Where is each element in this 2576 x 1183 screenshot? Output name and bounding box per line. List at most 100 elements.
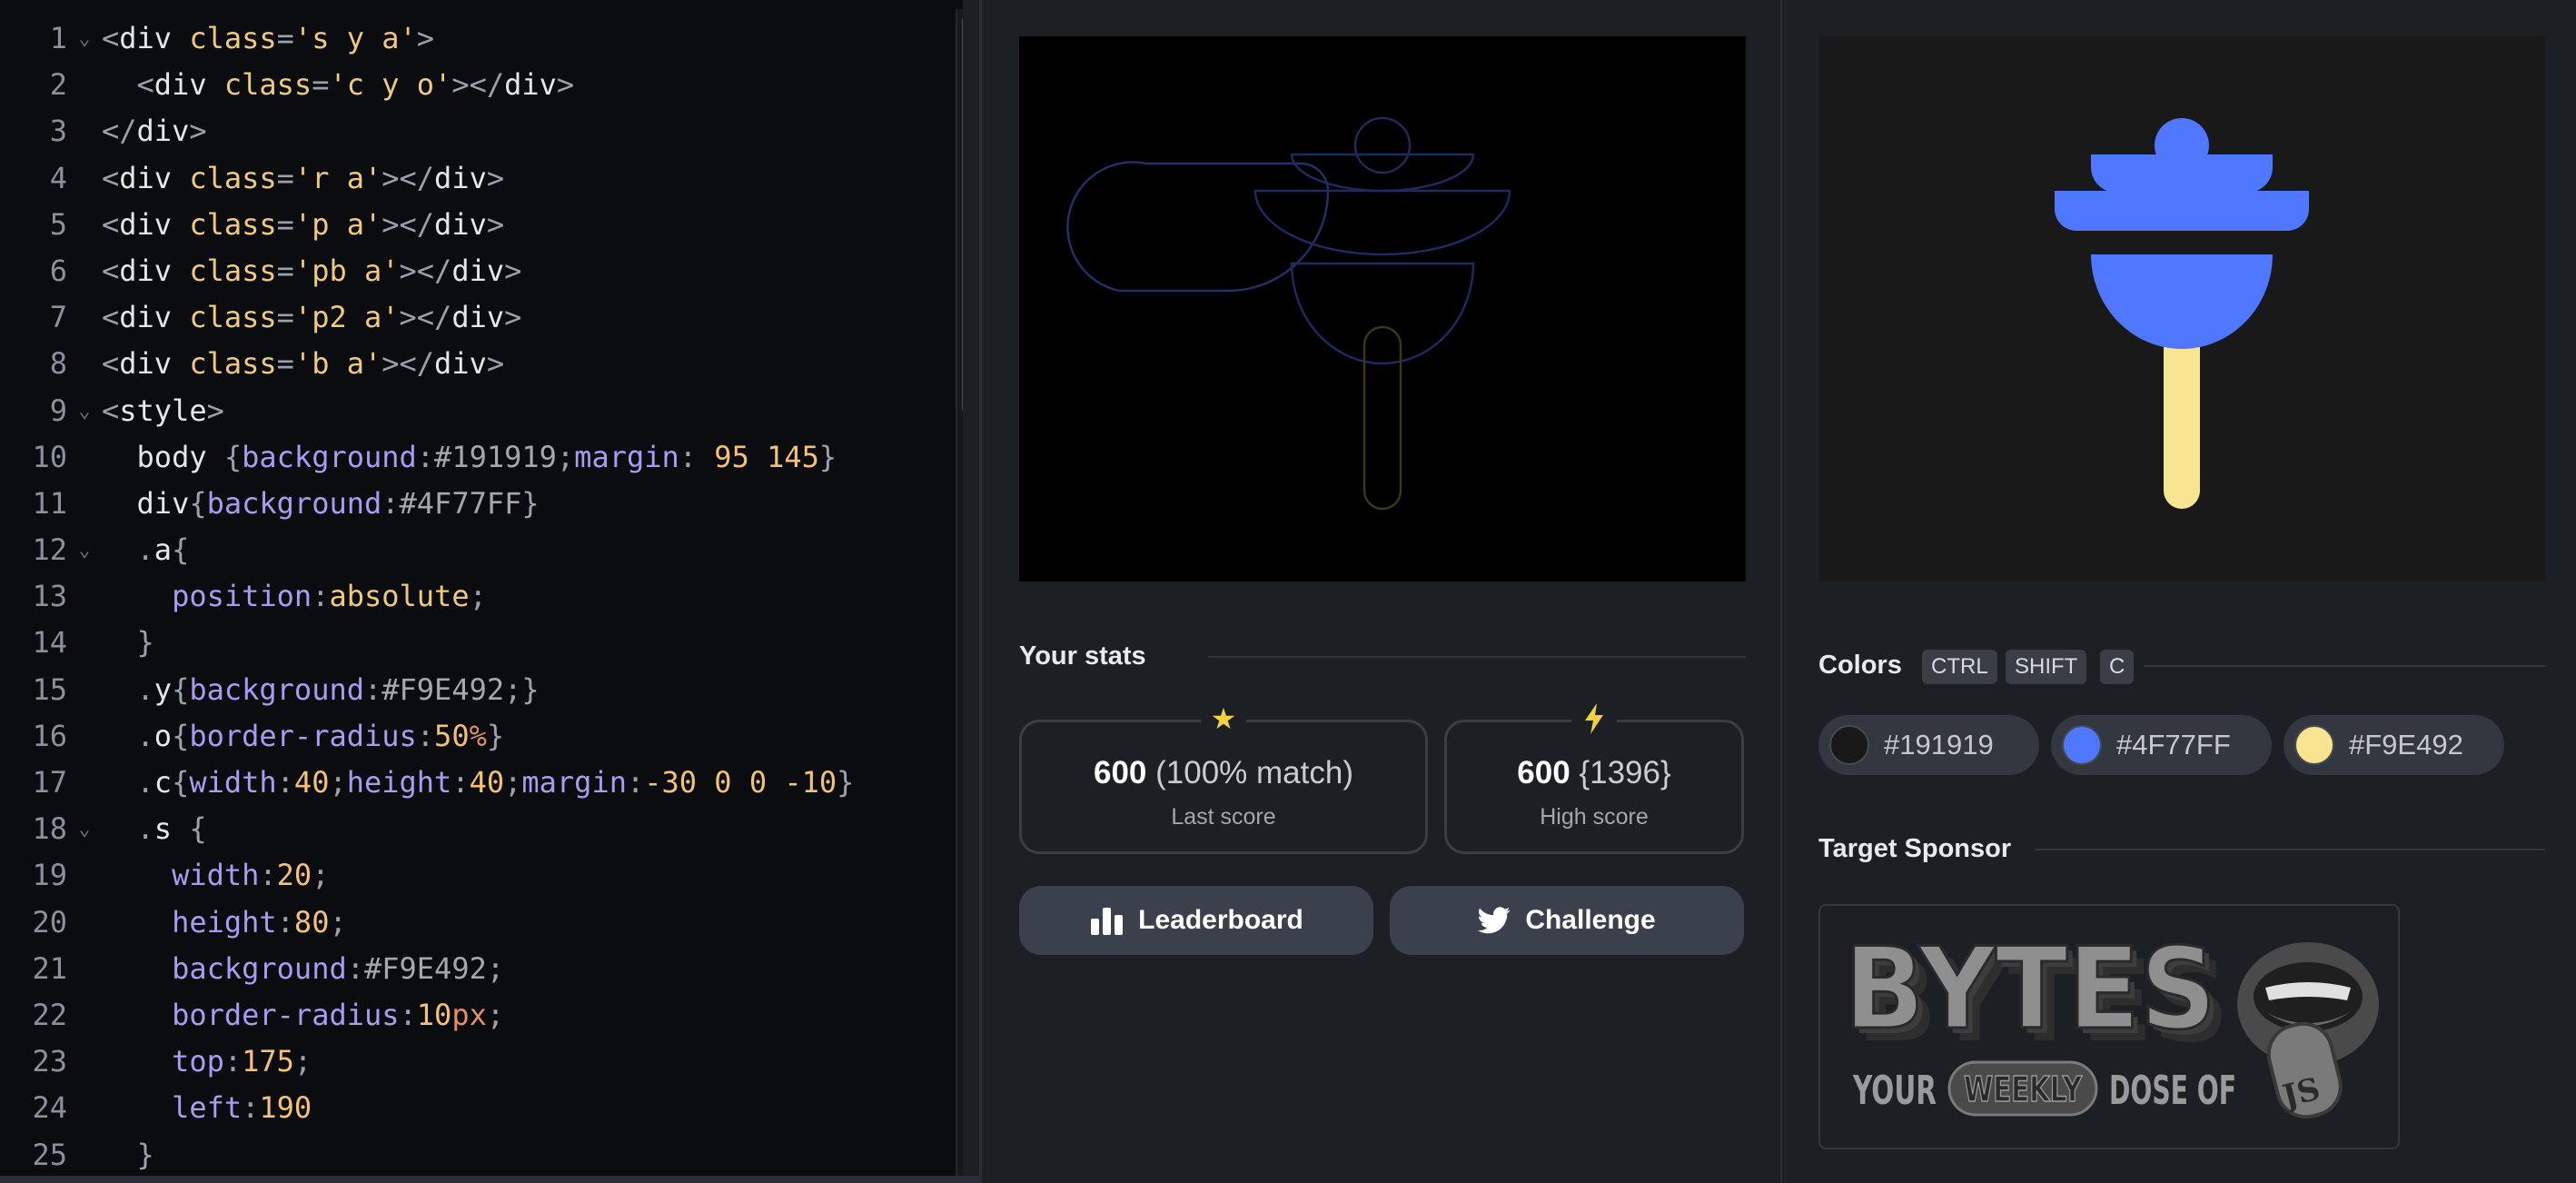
- code-line[interactable]: 3 </div>: [0, 108, 954, 154]
- code-line[interactable]: 19 width:20;: [0, 852, 954, 899]
- code-text: }: [102, 620, 154, 666]
- color-swatch-background[interactable]: #191919: [1818, 715, 2039, 775]
- code-token: ;: [486, 950, 505, 986]
- line-number: 1: [49, 21, 67, 55]
- code-token: >: [206, 393, 224, 428]
- code-line[interactable]: 20 height:80;: [0, 900, 954, 946]
- editor-scrollbar-thumb[interactable]: [962, 15, 963, 414]
- code-token: ></: [381, 206, 435, 242]
- color-swatch-yellow[interactable]: #F9E492: [2284, 715, 2504, 775]
- code-line[interactable]: 17 .c{width:40;height:40;margin:-30 0 0 …: [0, 760, 954, 806]
- code-line[interactable]: 4 <div class='r a'></div>: [0, 155, 954, 202]
- swatch-circle: [1829, 725, 1869, 765]
- fold-chevron-icon[interactable]: ⌄: [67, 388, 102, 434]
- editor-resize-handle[interactable]: [979, 0, 982, 1183]
- code-token: {: [189, 811, 207, 847]
- code-line[interactable]: 7 <div class='p2 a'></div>: [0, 294, 954, 341]
- code-line[interactable]: 2 <div class='c y o'></div>: [0, 62, 954, 108]
- fold-chevron-icon[interactable]: ⌄: [67, 527, 102, 573]
- code-text: <div class='pb a'></div>: [102, 248, 521, 294]
- code-lines[interactable]: 1 ⌄ <div class='s y a'> 2 <div class='c y o…: [0, 15, 954, 1178]
- code-line[interactable]: 8 <div class='b a'></div>: [0, 341, 954, 387]
- code-token: :: [416, 439, 435, 474]
- code-text: top:175;: [102, 1039, 312, 1085]
- fold-gutter: [67, 620, 102, 666]
- code-text: <div class='s y a'>: [102, 15, 434, 62]
- code-token: a: [154, 532, 173, 568]
- code-token: :: [259, 858, 277, 893]
- code-token: margin: [521, 765, 627, 800]
- fold-gutter: [67, 900, 102, 946]
- code-token: y: [154, 671, 173, 707]
- brand-wordmark: BYTES: [1844, 924, 2216, 1055]
- code-token: ;: [293, 1044, 312, 1079]
- code-token: height: [172, 904, 277, 939]
- line-number: 19: [32, 858, 67, 893]
- code-line[interactable]: 23 top:175;: [0, 1039, 954, 1085]
- code-token: div: [434, 206, 487, 242]
- code-token: :: [451, 765, 470, 800]
- code-token: }: [837, 765, 855, 800]
- code-line[interactable]: 18 ⌄ .s {: [0, 806, 954, 852]
- code-token: ;: [556, 439, 575, 474]
- target-preview[interactable]: [1818, 36, 2545, 582]
- shortcut-key-c: C: [2100, 650, 2135, 684]
- code-line[interactable]: 13 position:absolute;: [0, 573, 954, 620]
- leaderboard-button[interactable]: Leaderboard: [1019, 886, 1373, 955]
- code-token: ></: [399, 300, 452, 335]
- sponsor-banner[interactable]: BYTES BYTES BYTES YOUR WEEKLY DOSE OF JS: [1818, 904, 2400, 1149]
- color-swatch-blue[interactable]: #4F77FF: [2051, 715, 2272, 775]
- code-token: class: [189, 160, 277, 195]
- high-score-value: 600: [1517, 755, 1570, 790]
- output-preview[interactable]: [1019, 36, 1746, 582]
- code-line[interactable]: 14 }: [0, 620, 954, 666]
- code-line[interactable]: 21 background:#F9E492;: [0, 946, 954, 992]
- code-token: :: [363, 671, 382, 707]
- code-token: ;: [504, 765, 522, 800]
- fold-gutter: [67, 341, 102, 387]
- code-token: :: [679, 439, 715, 474]
- editor-scrollbar[interactable]: [956, 9, 963, 1177]
- code-line[interactable]: 16 .o{border-radius:50%}: [0, 713, 954, 760]
- code-token: =: [276, 253, 294, 288]
- code-text: div{background:#4F77FF}: [102, 481, 540, 527]
- editor-bottom-border: [0, 1176, 981, 1183]
- code-token: :: [276, 904, 294, 939]
- code-text: <style>: [102, 388, 224, 434]
- code-line[interactable]: 25 }: [0, 1132, 954, 1178]
- line-number: 10: [32, 439, 67, 474]
- code-line[interactable]: 5 <div class='p a'></div>: [0, 202, 954, 248]
- code-editor[interactable]: 1 ⌄ <div class='s y a'> 2 <div class='c y o…: [0, 0, 963, 1183]
- code-line[interactable]: 12 ⌄ .a{: [0, 527, 954, 573]
- target-ball: [2155, 118, 2209, 173]
- code-line[interactable]: 22 border-radius:10px;: [0, 992, 954, 1039]
- fold-chevron-icon[interactable]: ⌄: [67, 806, 102, 852]
- code-token: ></: [399, 253, 452, 288]
- challenge-button[interactable]: Challenge: [1390, 886, 1744, 955]
- fold-gutter: [67, 573, 102, 620]
- code-line[interactable]: 1 ⌄ <div class='s y a'>: [0, 15, 954, 62]
- fold-chevron-icon[interactable]: ⌄: [67, 15, 102, 62]
- code-token: width: [172, 858, 260, 893]
- line-number: 21: [32, 950, 67, 986]
- code-token: .: [136, 765, 154, 800]
- code-line[interactable]: 15 .y{background:#F9E492;}: [0, 667, 954, 713]
- code-line[interactable]: 10 body {background:#191919;margin: 95 1…: [0, 434, 954, 481]
- fold-gutter: [67, 108, 102, 154]
- code-line[interactable]: 24 left:190: [0, 1085, 954, 1131]
- code-token: <: [102, 21, 120, 55]
- code-token: }: [486, 718, 505, 753]
- code-text: position:absolute;: [102, 573, 487, 620]
- code-line[interactable]: 6 <div class='pb a'></div>: [0, 248, 954, 294]
- code-token: class: [189, 206, 277, 242]
- code-token: 95 145: [714, 439, 819, 474]
- code-token: div: [119, 21, 190, 55]
- code-token: %: [469, 718, 487, 753]
- tagline-your: YOUR: [1852, 1068, 1937, 1114]
- line-number: 6: [49, 253, 67, 288]
- code-token: div: [119, 346, 190, 382]
- code-line[interactable]: 9 ⌄ <style>: [0, 388, 954, 434]
- code-line[interactable]: 11 div{background:#4F77FF}: [0, 481, 954, 527]
